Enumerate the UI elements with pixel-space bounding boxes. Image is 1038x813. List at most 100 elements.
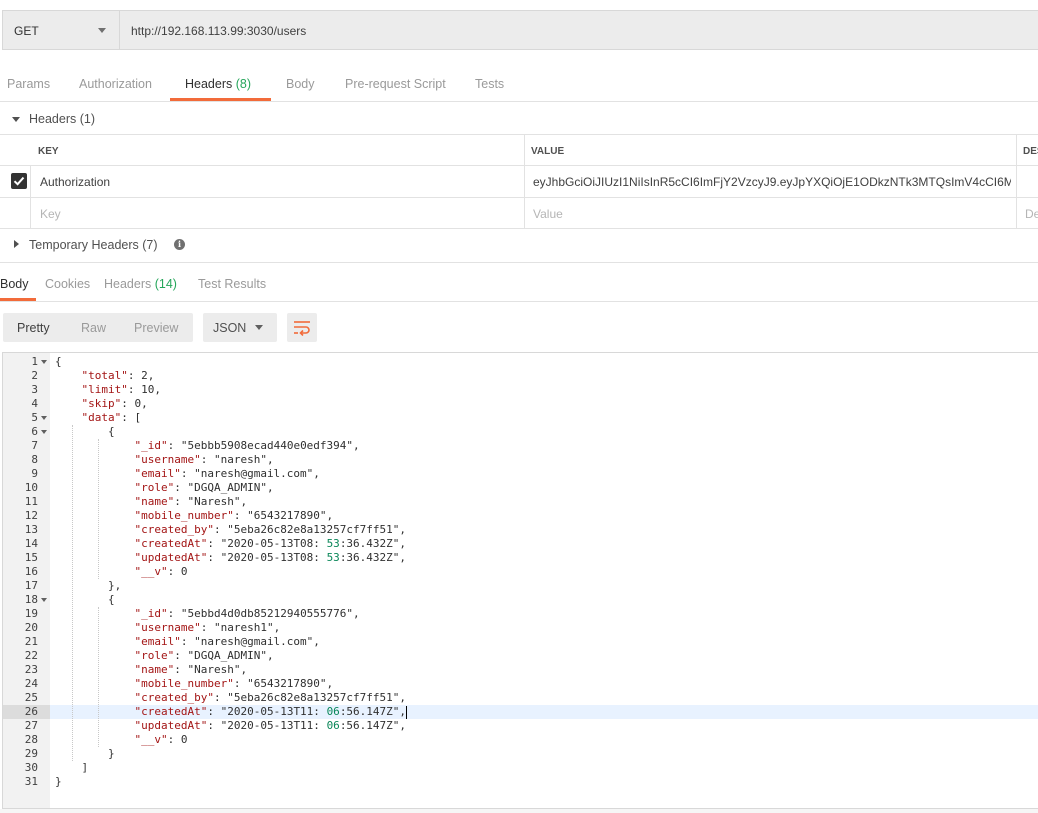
line-number: 3	[31, 383, 38, 396]
tab-tests[interactable]: Tests	[475, 77, 504, 91]
new-description-input[interactable]: De	[1025, 207, 1038, 221]
code-line: {	[55, 425, 115, 438]
line-number: 4	[31, 397, 38, 410]
header-value-cell[interactable]: eyJhbGciOiJIUzI1NiIsInR5cCI6ImFjY2VzcyJ9…	[533, 175, 1011, 189]
code-line: "username": "naresh",	[134, 453, 274, 466]
line-number: 15	[24, 551, 38, 564]
tab-body[interactable]: Body	[286, 77, 315, 91]
line-number: 11	[24, 495, 38, 508]
tab-test-results[interactable]: Test Results	[198, 277, 266, 291]
tab-pre-request-script[interactable]: Pre-request Script	[345, 77, 446, 91]
code-line: {	[55, 355, 62, 368]
tab-response-headers[interactable]: Headers (14)	[104, 277, 177, 291]
checkmark-icon	[13, 176, 25, 186]
tab-response-headers-count: (14)	[154, 277, 177, 291]
tab-cookies[interactable]: Cookies	[45, 277, 90, 291]
fold-toggle-icon[interactable]	[41, 416, 47, 420]
tab-headers[interactable]: Headers (8)	[185, 77, 251, 91]
line-number: 20	[24, 621, 38, 634]
line-number: 30	[24, 761, 38, 774]
code-line: "skip": 0,	[81, 397, 148, 410]
code-line: {	[55, 593, 115, 606]
text-cursor	[406, 705, 408, 719]
line-number: 31	[24, 775, 38, 788]
expand-icon[interactable]	[14, 240, 19, 248]
line-number: 26	[24, 705, 38, 718]
headers-table-head: KEY VALUE DES	[0, 135, 1038, 166]
url-input[interactable]: http://192.168.113.99:3030/users	[131, 24, 306, 38]
code-line: "__v": 0	[134, 565, 188, 578]
line-number: 19	[24, 607, 38, 620]
code-line: "data": [	[81, 411, 142, 424]
tab-headers-count: (8)	[235, 77, 252, 91]
collapse-icon[interactable]	[12, 117, 20, 122]
active-tab-indicator	[170, 98, 271, 101]
fold-toggle-icon[interactable]	[41, 360, 47, 364]
code-line: "name": "Naresh",	[134, 495, 248, 508]
line-number: 7	[31, 439, 38, 452]
code-line: "mobile_number": "6543217890",	[134, 509, 334, 522]
fold-toggle-icon[interactable]	[41, 598, 47, 602]
line-number: 6	[31, 425, 38, 438]
line-number: 9	[31, 467, 38, 480]
code-line: "created_by": "5eba26c82e8a13257cf7ff51"…	[134, 691, 407, 704]
line-number: 25	[24, 691, 38, 704]
response-body-editor[interactable]: 1 2 3 4 5 6 7 8 9 10 11 12 13 14 15 16 17 18 19 20 21 22 23 24 2…	[2, 352, 1038, 809]
method-select[interactable]: GET	[3, 11, 120, 49]
tab-response-body[interactable]: Body	[0, 277, 29, 291]
code-line: "updatedAt": "2020-05-13T08: 53:36.432Z"…	[134, 551, 407, 564]
column-divider	[30, 166, 31, 197]
new-key-input[interactable]: Key	[40, 207, 61, 221]
request-bar: GET http://192.168.113.99:3030/users	[2, 10, 1038, 50]
line-number: 27	[24, 719, 38, 732]
line-number: 16	[24, 565, 38, 578]
code-line: "email": "naresh@gmail.com",	[134, 467, 320, 480]
format-select[interactable]: JSON	[203, 313, 277, 342]
info-icon[interactable]: i	[174, 239, 185, 250]
header-enabled-checkbox[interactable]	[11, 173, 27, 189]
preview-button[interactable]: Preview	[134, 321, 178, 335]
line-number: 14	[24, 537, 38, 550]
line-number: 17	[24, 579, 38, 592]
code-line: "mobile_number": "6543217890",	[134, 677, 334, 690]
wrap-lines-icon	[294, 321, 310, 336]
line-number: 10	[24, 481, 38, 494]
table-row-new: Key Value De	[0, 198, 1038, 229]
code-line: "email": "naresh@gmail.com",	[134, 635, 320, 648]
column-divider	[524, 198, 525, 228]
code-line: },	[55, 579, 122, 592]
code-line: "createdAt": "2020-05-13T11: 06:56.147Z"…	[134, 705, 408, 719]
fold-toggle-icon[interactable]	[41, 430, 47, 434]
code-line: }	[55, 747, 115, 760]
code-line: "username": "naresh1",	[134, 621, 281, 634]
column-divider	[1016, 166, 1017, 197]
code-line: "role": "DGQA_ADMIN",	[134, 481, 274, 494]
header-key-cell[interactable]: Authorization	[40, 175, 110, 189]
line-number: 29	[24, 747, 38, 760]
wrap-lines-button[interactable]	[287, 313, 317, 342]
line-number: 8	[31, 453, 38, 466]
code-line: "createdAt": "2020-05-13T08: 53:36.432Z"…	[134, 537, 407, 550]
bottom-bar	[0, 809, 1038, 813]
line-number: 12	[24, 509, 38, 522]
line-number: 5	[31, 411, 38, 424]
column-value: VALUE	[531, 146, 565, 157]
view-mode-group: Pretty Raw Preview	[3, 313, 193, 342]
request-tabs: Params Authorization Headers (8) Body Pr…	[0, 61, 1038, 102]
response-tabs: Body Cookies Headers (14) Test Results	[0, 262, 1038, 302]
raw-button[interactable]: Raw	[81, 321, 106, 335]
code-line: "total": 2,	[81, 369, 155, 382]
headers-section-title[interactable]: Headers (1)	[29, 112, 95, 126]
new-value-input[interactable]: Value	[533, 207, 563, 221]
code-line: ]	[55, 761, 89, 774]
line-number: 13	[24, 523, 38, 536]
code-line: "_id": "5ebbd4d0db85212940555776",	[134, 607, 360, 620]
tab-authorization[interactable]: Authorization	[79, 77, 152, 91]
tab-params[interactable]: Params	[7, 77, 50, 91]
temporary-headers-title[interactable]: Temporary Headers (7)	[29, 238, 158, 252]
code-line: "_id": "5ebbb5908ecad440e0edf394",	[134, 439, 360, 452]
code-line: "created_by": "5eba26c82e8a13257cf7ff51"…	[134, 523, 407, 536]
pretty-button[interactable]: Pretty	[17, 321, 50, 335]
headers-table: KEY VALUE DES Authorization eyJhbGciOiJI…	[0, 134, 1038, 229]
code-line: "updatedAt": "2020-05-13T11: 06:56.147Z"…	[134, 719, 407, 732]
